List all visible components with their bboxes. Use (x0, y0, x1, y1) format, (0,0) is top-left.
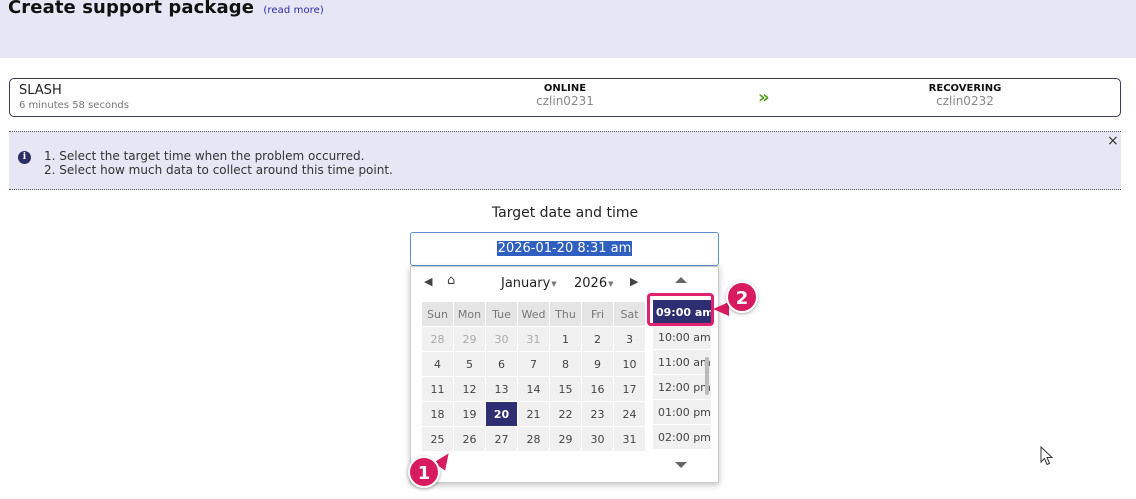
info-banner: i 1. Select the target time when the pro… (9, 131, 1121, 190)
calendar-day[interactable]: 12 (453, 376, 486, 402)
calendar-day[interactable]: 8 (549, 351, 582, 377)
target-date-input[interactable]: 2026-01-20 8:31 am (410, 232, 719, 266)
time-scroll-up-icon[interactable] (675, 277, 687, 283)
year-select-value: 2026 (574, 276, 608, 291)
time-option[interactable]: 10:00 am (653, 325, 711, 350)
weekday-header: Fri (581, 301, 614, 327)
year-caret-icon: ▼ (608, 279, 614, 288)
calendar-day[interactable]: 18 (421, 401, 454, 427)
mouse-cursor-icon (1040, 446, 1054, 466)
calendar-week-row: 4 5 6 7 8 9 10 (421, 351, 646, 377)
time-option[interactable]: 01:00 pm (653, 400, 711, 425)
home-icon[interactable]: ⌂ (447, 273, 455, 288)
highlight-box (647, 293, 714, 326)
node-recovering-state: RECOVERING (928, 83, 1002, 94)
calendar-day[interactable]: 28 (421, 326, 454, 352)
node-online: ONLINE czlin0231 (485, 83, 645, 108)
time-option[interactable]: 02:00 pm (653, 425, 711, 450)
node-online-state: ONLINE (543, 83, 587, 94)
calendar-day[interactable]: 29 (453, 326, 486, 352)
calendar-week-row: 11 12 13 14 15 16 17 (421, 376, 646, 402)
calendar-day[interactable]: 22 (549, 401, 582, 427)
calendar-day[interactable]: 26 (453, 426, 486, 452)
calendar-day[interactable]: 24 (613, 401, 646, 427)
calendar-day[interactable]: 31 (613, 426, 646, 452)
month-select[interactable]: January▼ (501, 276, 557, 291)
system-status-bar: SLASH 6 minutes 58 seconds ONLINE czlin0… (9, 78, 1121, 117)
prev-month-icon[interactable]: ◀ (424, 275, 432, 288)
year-select[interactable]: 2026▼ (574, 276, 613, 291)
weekday-header: Mon (453, 301, 486, 327)
weekday-header: Tue (485, 301, 518, 327)
calendar-day[interactable]: 1 (549, 326, 582, 352)
next-month-icon[interactable]: ▶ (630, 275, 638, 288)
calendar-day[interactable]: 17 (613, 376, 646, 402)
calendar-day[interactable]: 21 (517, 401, 550, 427)
read-more-link[interactable]: (read more) (263, 5, 324, 16)
calendar-grid: Sun Mon Tue Wed Thu Fri Sat 28 29 30 31 … (421, 301, 646, 452)
calendar-week-row: 28 29 30 31 1 2 3 (421, 326, 646, 352)
page-title: Create support package (read more) (8, 0, 324, 18)
calendar-day[interactable]: 16 (581, 376, 614, 402)
calendar-day[interactable]: 15 (549, 376, 582, 402)
calendar-day[interactable]: 9 (581, 351, 614, 377)
time-list-scrollbar[interactable] (705, 357, 709, 395)
calendar-day[interactable]: 27 (485, 426, 518, 452)
close-icon[interactable]: × (1107, 133, 1119, 149)
system-name: SLASH (19, 83, 62, 98)
info-line-2: 2. Select how much data to collect aroun… (44, 163, 393, 177)
target-date-label: Target date and time (491, 205, 639, 221)
calendar-week-row: 18 19 20 21 22 23 24 (421, 401, 646, 427)
calendar-day[interactable]: 3 (613, 326, 646, 352)
callout-badge-1: 1 (408, 456, 440, 488)
calendar-day[interactable]: 7 (517, 351, 550, 377)
system-uptime: 6 minutes 58 seconds (19, 100, 129, 111)
time-option[interactable]: 11:00 am (653, 350, 711, 375)
calendar-day[interactable]: 23 (581, 401, 614, 427)
node-recovering: RECOVERING czlin0232 (885, 83, 1045, 108)
calendar-day[interactable]: 6 (485, 351, 518, 377)
calendar-day[interactable]: 4 (421, 351, 454, 377)
calendar-day[interactable]: 14 (517, 376, 550, 402)
info-icon: i (18, 151, 31, 164)
calendar-day[interactable]: 30 (581, 426, 614, 452)
month-select-value: January (501, 276, 551, 291)
calendar-day[interactable]: 31 (517, 326, 550, 352)
calendar-week-row: 25 26 27 28 29 30 31 (421, 426, 646, 452)
time-scroll-down-icon[interactable] (675, 462, 687, 468)
month-caret-icon: ▼ (551, 279, 557, 288)
page-title-text: Create support package (8, 0, 255, 18)
weekday-header: Sun (421, 301, 454, 327)
calendar-day[interactable]: 5 (453, 351, 486, 377)
calendar-day[interactable]: 11 (421, 376, 454, 402)
double-chevron-right-icon: » (758, 87, 770, 108)
calendar-day[interactable]: 25 (421, 426, 454, 452)
node-recovering-host: czlin0232 (936, 94, 994, 108)
calendar-day[interactable]: 13 (485, 376, 518, 402)
callout-2-pointer (713, 302, 729, 316)
callout-badge-2: 2 (726, 281, 758, 313)
weekday-header: Thu (549, 301, 582, 327)
calendar-day[interactable]: 28 (517, 426, 550, 452)
calendar-day[interactable]: 29 (549, 426, 582, 452)
time-option[interactable]: 12:00 pm (653, 375, 711, 400)
calendar-day[interactable]: 30 (485, 326, 518, 352)
weekday-header: Sat (613, 301, 646, 327)
weekday-header: Wed (517, 301, 550, 327)
node-online-host: czlin0231 (536, 94, 594, 108)
target-date-value: 2026-01-20 8:31 am (496, 241, 633, 256)
info-line-1: 1. Select the target time when the probl… (44, 149, 365, 163)
weekday-header-row: Sun Mon Tue Wed Thu Fri Sat (421, 301, 646, 327)
calendar-day[interactable]: 19 (453, 401, 486, 427)
calendar-day[interactable]: 10 (613, 351, 646, 377)
calendar-day[interactable]: 2 (581, 326, 614, 352)
calendar-day-selected[interactable]: 20 (485, 401, 518, 427)
